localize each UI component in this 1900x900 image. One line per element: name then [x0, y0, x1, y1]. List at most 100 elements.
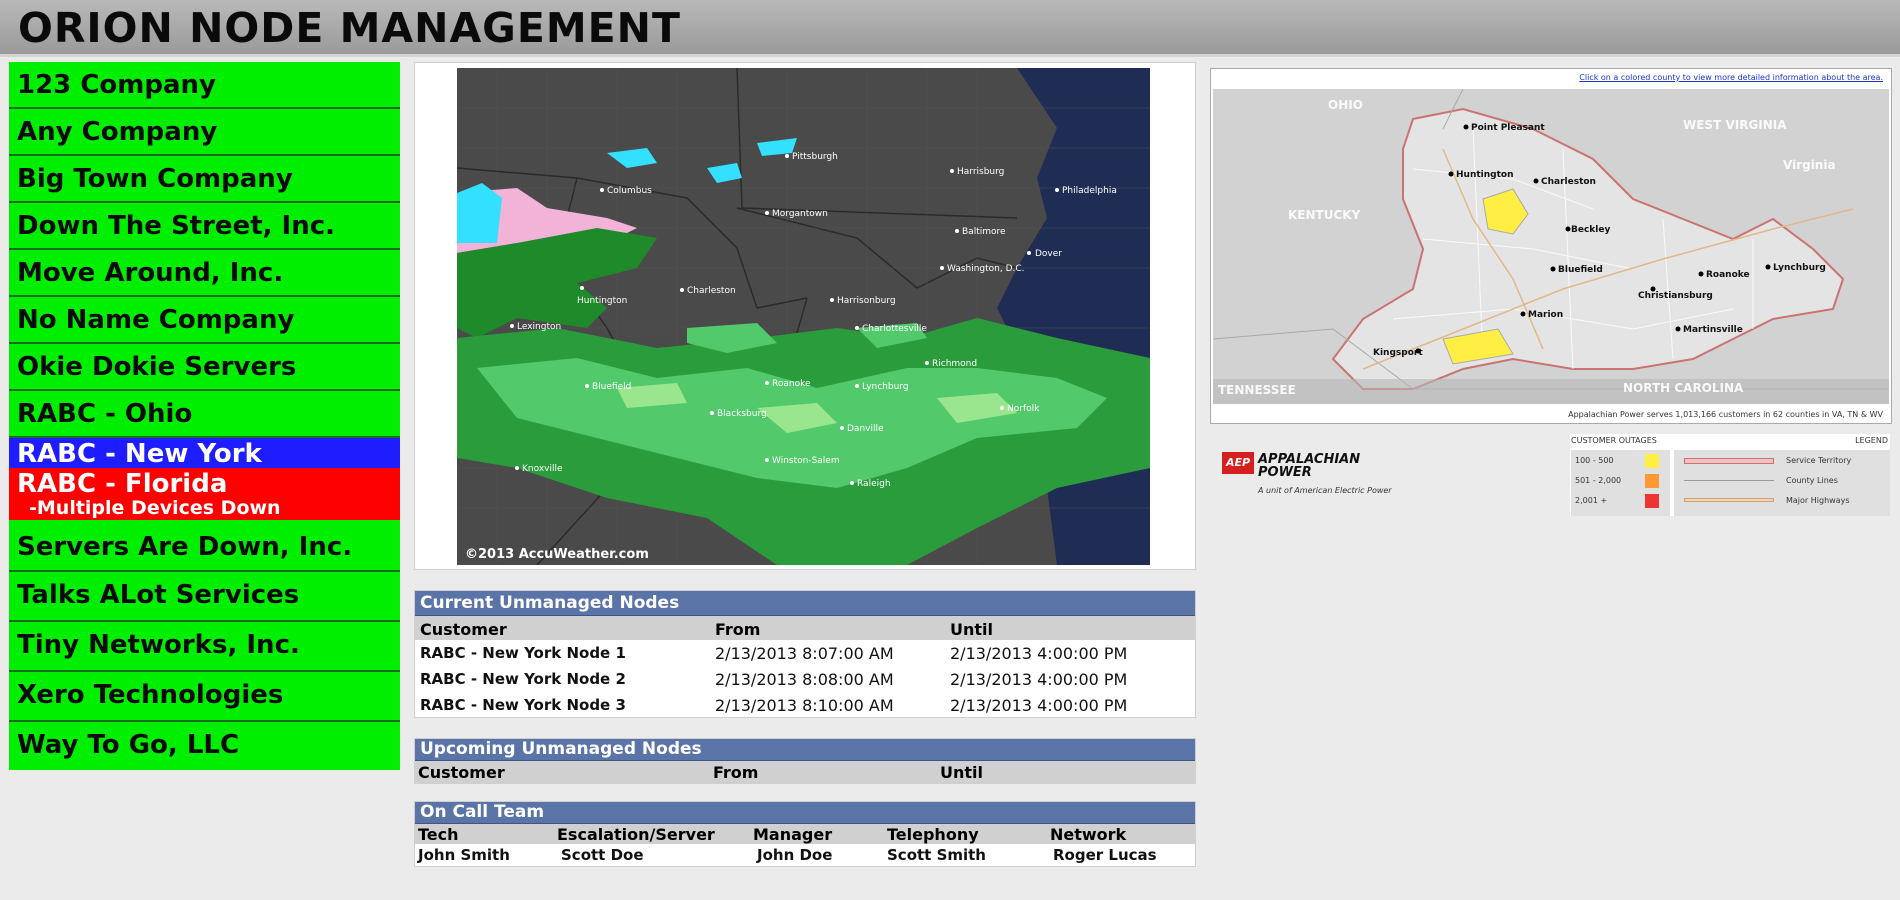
customer-label: RABC - Florida	[17, 469, 228, 499]
table-row: RABC - New York Node 1 2/13/2013 8:07:00…	[415, 640, 1195, 666]
customer-item-xero-technologies[interactable]: Xero Technologies	[9, 672, 400, 722]
customer-item-rabc-new-york[interactable]: RABC - New York	[9, 438, 400, 469]
outage-range-label: 2,001 +	[1575, 496, 1608, 505]
appalachian-power-logo: AEP APPALACHIAN POWER A unit of American…	[1222, 450, 1422, 500]
weather-radar-map: Pittsburgh Columbus Harrisburg Philadelp…	[457, 68, 1150, 565]
outage-swatch	[1645, 474, 1659, 488]
svg-text:Dover: Dover	[1035, 249, 1062, 259]
customer-label: Okie Dokie Servers	[17, 352, 297, 382]
table-title: Upcoming Unmanaged Nodes	[415, 739, 1195, 761]
node-name: RABC - New York Node 1	[420, 644, 626, 662]
manager-name: John Doe	[757, 846, 833, 864]
map-caption: Appalachian Power serves 1,013,166 custo…	[1568, 410, 1883, 419]
outage-range-label: 501 - 2,000	[1575, 476, 1622, 485]
column-header: Tech	[418, 825, 459, 844]
from-time: 2/13/2013 8:07:00 AM	[715, 644, 894, 663]
outage-map[interactable]: Point Pleasant Huntington Charleston Bec…	[1213, 89, 1889, 404]
tech-name: John Smith	[418, 846, 510, 864]
outage-legend: CUSTOMER OUTAGES LEGEND 100 - 500 501 - …	[1570, 434, 1890, 516]
map-city-label: Huntington	[1456, 170, 1513, 180]
customer-item-down-the-street[interactable]: Down The Street, Inc.	[9, 203, 400, 250]
customer-label: RABC - Ohio	[17, 399, 193, 429]
on-call-table: On Call Team Tech Escalation/Server Mana…	[414, 801, 1196, 867]
svg-text:Knoxville: Knoxville	[522, 464, 563, 474]
customer-label: Any Company	[17, 117, 218, 147]
current-unmanaged-table: Current Unmanaged Nodes Customer From Un…	[414, 590, 1196, 718]
legend-line-label: County Lines	[1786, 476, 1838, 485]
map-city-label: Lynchburg	[1773, 263, 1826, 273]
customer-item-way-to-go[interactable]: Way To Go, LLC	[9, 722, 400, 770]
app-header: ORION NODE MANAGEMENT	[0, 0, 1900, 57]
table-title: Current Unmanaged Nodes	[415, 591, 1195, 616]
column-header: Telephony	[887, 825, 979, 844]
customer-item-move-around[interactable]: Move Around, Inc.	[9, 250, 400, 297]
outage-range-list: 100 - 500 501 - 2,000 2,001 +	[1571, 450, 1670, 516]
column-header: Manager	[753, 825, 833, 844]
weather-copyright: ©2013 AccuWeather.com	[465, 547, 649, 562]
customer-item-okie-dokie-servers[interactable]: Okie Dokie Servers	[9, 344, 400, 391]
map-city-label: Point Pleasant	[1471, 123, 1545, 133]
column-header: Escalation/Server	[557, 825, 715, 844]
customer-item-big-town-company[interactable]: Big Town Company	[9, 156, 400, 203]
outage-range-label: 100 - 500	[1575, 456, 1614, 465]
svg-text:Columbus: Columbus	[607, 186, 652, 196]
from-time: 2/13/2013 8:08:00 AM	[715, 670, 894, 689]
map-city-label: Martinsville	[1683, 325, 1743, 335]
alert-note: -Multiple Devices Down	[29, 497, 281, 519]
node-name: RABC - New York Node 3	[420, 696, 626, 714]
customer-sidebar: 123 Company Any Company Big Town Company…	[9, 62, 400, 770]
outage-map-panel: Point Pleasant Huntington Charleston Bec…	[1210, 68, 1892, 424]
customer-item-rabc-florida[interactable]: RABC - Florida -Multiple Devices Down	[9, 468, 400, 520]
page-title: ORION NODE MANAGEMENT	[18, 4, 681, 52]
map-city-label: Beckley	[1571, 225, 1610, 235]
customer-item-tiny-networks[interactable]: Tiny Networks, Inc.	[9, 622, 400, 672]
column-header: Network	[1050, 825, 1127, 844]
customer-label: Servers Are Down, Inc.	[17, 532, 353, 562]
customer-item-123-company[interactable]: 123 Company	[9, 62, 400, 109]
customer-item-rabc-ohio[interactable]: RABC - Ohio	[9, 391, 400, 438]
map-city-label: Roanoke	[1706, 270, 1750, 280]
line-legend-list: Service Territory County Lines Major Hig…	[1674, 450, 1890, 516]
customer-label: Talks ALot Services	[17, 580, 300, 610]
svg-text:Norfolk: Norfolk	[1007, 404, 1040, 414]
until-time: 2/13/2013 4:00:00 PM	[950, 696, 1128, 715]
map-state-label: TENNESSEE	[1218, 383, 1296, 397]
weather-radar-panel: Pittsburgh Columbus Harrisburg Philadelp…	[414, 62, 1196, 570]
map-state-label: OHIO	[1328, 98, 1363, 112]
customer-label: No Name Company	[17, 305, 295, 335]
escalation-name: Scott Doe	[561, 846, 644, 864]
customer-item-servers-are-down[interactable]: Servers Are Down, Inc.	[9, 520, 400, 572]
table-header: Tech Escalation/Server Manager Telephony…	[415, 824, 1195, 844]
svg-text:Charleston: Charleston	[687, 286, 736, 296]
svg-text:Richmond: Richmond	[932, 359, 977, 369]
customer-label: Way To Go, LLC	[17, 730, 240, 760]
map-state-label: NORTH CAROLINA	[1623, 381, 1744, 395]
customer-label: 123 Company	[17, 70, 216, 100]
table-header: Customer From Until	[415, 761, 1195, 783]
service-territory-swatch	[1684, 458, 1774, 464]
column-header: Until	[940, 763, 983, 782]
table-row: RABC - New York Node 3 2/13/2013 8:10:00…	[415, 692, 1195, 718]
customer-item-talks-alot[interactable]: Talks ALot Services	[9, 572, 400, 622]
customer-label: Move Around, Inc.	[17, 258, 284, 288]
until-time: 2/13/2013 4:00:00 PM	[950, 644, 1128, 663]
map-info-link[interactable]: Click on a colored county to view more d…	[1579, 73, 1883, 82]
svg-text:Danville: Danville	[847, 424, 884, 434]
major-highways-swatch	[1684, 498, 1774, 502]
map-state-label: Virginia	[1783, 158, 1836, 172]
customer-item-no-name-company[interactable]: No Name Company	[9, 297, 400, 344]
map-state-label: WEST VIRGINIA	[1683, 118, 1787, 132]
svg-text:Harrisburg: Harrisburg	[957, 167, 1004, 177]
county-lines-swatch	[1684, 480, 1774, 481]
customer-item-any-company[interactable]: Any Company	[9, 109, 400, 156]
telephony-name: Scott Smith	[887, 846, 986, 864]
logo-tagline: A unit of American Electric Power	[1258, 486, 1392, 495]
table-title: On Call Team	[415, 802, 1195, 824]
svg-text:Lexington: Lexington	[517, 322, 561, 332]
legend-outages-title: CUSTOMER OUTAGES	[1571, 436, 1657, 445]
customer-label: Xero Technologies	[17, 680, 284, 710]
svg-text:Huntington: Huntington	[577, 296, 627, 306]
legend-line-label: Service Territory	[1786, 456, 1852, 465]
svg-text:Winston-Salem: Winston-Salem	[772, 456, 840, 466]
svg-text:Washington, D.C.: Washington, D.C.	[947, 264, 1025, 274]
